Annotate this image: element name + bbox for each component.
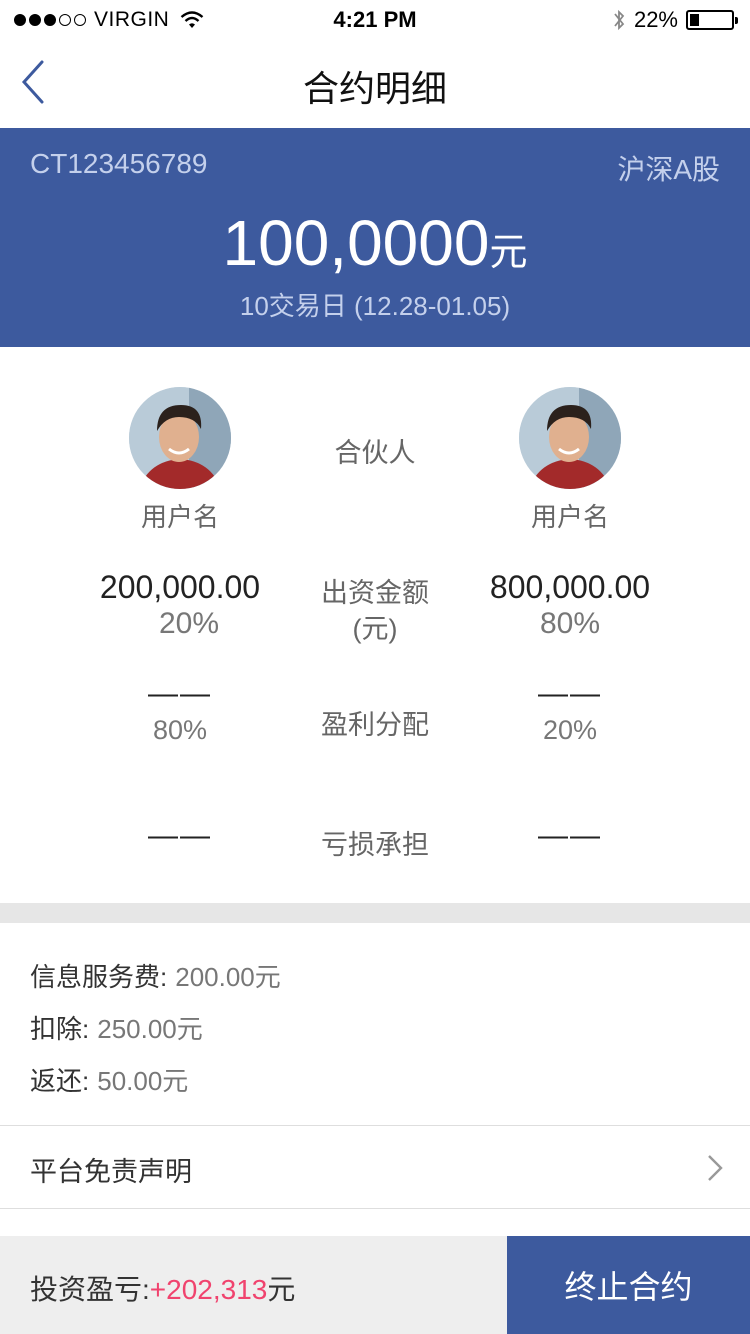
market-type: 沪深A股	[617, 154, 720, 185]
profit-loss-label: 投资盈亏:	[30, 1274, 150, 1305]
right-investment: 800,000.00	[489, 569, 651, 605]
battery-percent: 22%	[633, 7, 678, 32]
profit-loss: 投资盈亏:+202,313元	[30, 1268, 295, 1308]
avatar[interactable]	[519, 387, 621, 489]
amount-unit: 元	[489, 232, 528, 274]
battery-fill	[690, 14, 699, 26]
user-photo-icon	[129, 387, 231, 489]
service-fee-label: 信息服务费:	[30, 962, 168, 992]
right-loss-value: ——	[538, 819, 602, 852]
profit-loss-value: +202,313	[149, 1274, 268, 1305]
contract-summary: CT123456789 沪深A股 100,0000元 10交易日 (12.28-…	[0, 128, 750, 347]
divider-line	[0, 1208, 750, 1209]
right-investment-pct: 80%	[539, 607, 601, 640]
left-username: 用户名	[140, 502, 219, 532]
right-profit-value: ——	[538, 677, 602, 710]
deduct-value: 250.00元	[97, 1014, 203, 1044]
bottom-bar: 投资盈亏:+202,313元 终止合约	[0, 1236, 750, 1334]
contract-id: CT123456789	[30, 148, 208, 179]
service-fee-row: 信息服务费: 200.00元	[30, 957, 281, 994]
nav-bar: 合约明细	[0, 40, 750, 128]
user-photo-icon	[519, 387, 621, 489]
deduct-label: 扣除:	[30, 1014, 90, 1044]
service-fee-value: 200.00元	[175, 962, 281, 992]
avatar[interactable]	[129, 387, 231, 489]
profit-loss-unit: 元	[267, 1274, 296, 1305]
contract-period: 10交易日 (12.28-01.05)	[239, 291, 511, 321]
partner-title: 合伙人	[334, 438, 416, 468]
status-bar: VIRGIN 4:21 PM 22%	[0, 0, 750, 40]
right-username: 用户名	[530, 502, 609, 532]
refund-row: 返还: 50.00元	[30, 1061, 188, 1098]
status-right: 22%	[612, 7, 738, 33]
terminate-contract-button[interactable]: 终止合约	[507, 1236, 750, 1334]
disclaimer-row[interactable]: 平台免责声明	[0, 1126, 750, 1208]
amount-value: 100,0000	[222, 207, 490, 279]
section-divider	[0, 903, 750, 923]
disclaimer-label: 平台免责声明	[30, 1157, 192, 1187]
battery-icon	[686, 10, 738, 30]
chevron-right-icon	[708, 1155, 723, 1181]
bluetooth-icon	[614, 9, 625, 31]
page-title: 合约明细	[302, 68, 447, 109]
refund-label: 返还:	[30, 1066, 90, 1096]
fees-section: 信息服务费: 200.00元 扣除: 250.00元 返还: 50.00元	[0, 923, 750, 1125]
contract-amount: 100,0000元	[0, 206, 750, 280]
partners-section: 用户名 合伙人 用户名 200,000.00 20% 出资金额 (元) 800,…	[0, 347, 750, 903]
refund-value: 50.00元	[97, 1066, 189, 1096]
right-profit-pct: 20%	[542, 715, 598, 745]
deduct-row: 扣除: 250.00元	[30, 1009, 203, 1046]
